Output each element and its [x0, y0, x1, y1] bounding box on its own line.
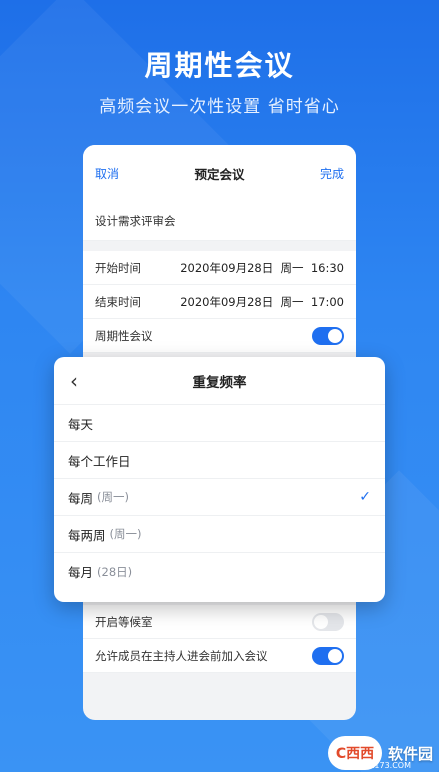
hero-subtitle: 高频会议一次性设置 省时省心: [99, 97, 340, 117]
waiting-room-label: 开启等候室: [95, 614, 153, 629]
option-sublabel: (28日): [97, 564, 133, 579]
nav-bar: 取消 预定会议 完成: [83, 145, 356, 201]
meeting-name-value: 设计需求评审会: [95, 213, 176, 228]
recurring-toggle[interactable]: [312, 326, 344, 345]
start-time-label: 开始时间: [95, 260, 141, 275]
join-before-host-label: 允许成员在主持人进会前加入会议: [95, 648, 268, 663]
page-title: 预定会议: [194, 166, 245, 182]
option-sublabel: (周一): [97, 490, 129, 504]
done-button[interactable]: 完成: [320, 165, 344, 182]
option-label: 每月: [68, 565, 94, 580]
option-monthly[interactable]: 每月 (28日): [54, 553, 385, 590]
waiting-room-toggle[interactable]: [312, 612, 344, 631]
end-time-value: 2020年09月28日 周一 17:00: [180, 294, 344, 309]
join-before-host-toggle[interactable]: [312, 646, 344, 665]
option-label: 每个工作日: [68, 453, 131, 469]
option-workdays[interactable]: 每个工作日: [54, 442, 385, 479]
back-chevron-icon[interactable]: ‹: [70, 369, 78, 393]
option-daily[interactable]: 每天: [54, 405, 385, 442]
option-label: 每两周: [68, 527, 106, 543]
meeting-name-field[interactable]: 设计需求评审会: [83, 201, 356, 241]
hero-title: 周期性会议: [144, 49, 295, 82]
waiting-room-row: 开启等候室: [83, 605, 356, 639]
option-weekly[interactable]: 每周 (周一) ✓: [54, 479, 385, 516]
join-before-host-row: 允许成员在主持人进会前加入会议: [83, 639, 356, 673]
option-label: 每天: [68, 416, 94, 432]
option-biweekly[interactable]: 每两周 (周一): [54, 516, 385, 553]
watermark-url: CR173.COM: [363, 761, 411, 770]
recurring-label: 周期性会议: [95, 328, 153, 343]
start-time-row[interactable]: 开始时间 2020年09月28日 周一 16:30: [83, 251, 356, 285]
cancel-button[interactable]: 取消: [95, 165, 119, 182]
end-time-row[interactable]: 结束时间 2020年09月28日 周一 17:00: [83, 285, 356, 319]
option-sublabel: (周一): [109, 527, 142, 541]
option-label: 每周: [68, 490, 94, 506]
repeat-frequency-sheet: ‹ 重复频率 每天 每个工作日 每周 (周一) ✓ 每两周 (周一) 每月 (2…: [54, 357, 385, 602]
checkmark-icon: ✓: [359, 489, 371, 505]
start-time-value: 2020年09月28日 周一 16:30: [180, 260, 344, 275]
end-time-label: 结束时间: [95, 294, 141, 309]
sheet-header: ‹ 重复频率: [54, 357, 385, 405]
site-watermark: C西西 软件园 CR173.COM: [327, 736, 433, 770]
recurring-row: 周期性会议: [83, 319, 356, 353]
sheet-title: 重复频率: [192, 374, 247, 391]
